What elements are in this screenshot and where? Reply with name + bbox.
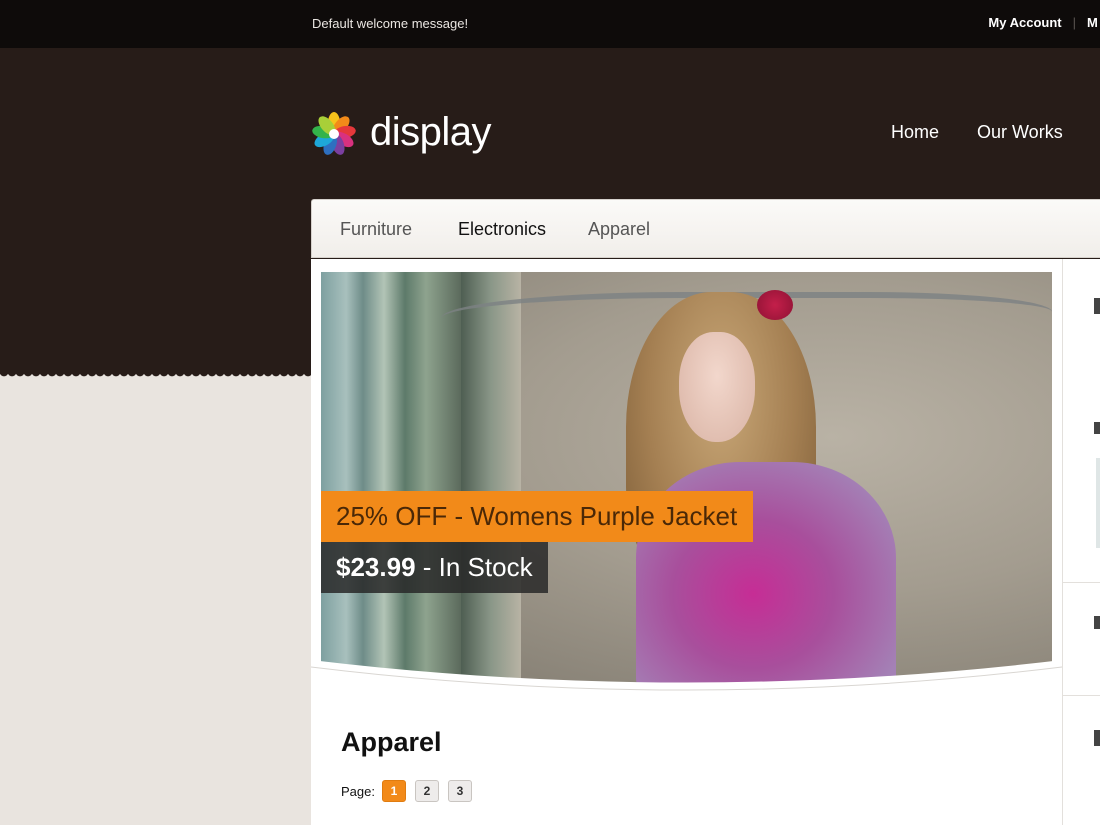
price-label[interactable]: $23.99 - In Stock (321, 542, 548, 593)
hero-banner[interactable] (321, 272, 1052, 684)
category-furniture[interactable]: Furniture (340, 219, 412, 240)
hero-hair-flower-image (757, 290, 793, 320)
sidebar-box-fragment (1096, 458, 1100, 548)
sidebar-divider (1062, 259, 1063, 825)
flower-logo-icon (312, 112, 356, 155)
pagination: Page: 1 2 3 (341, 780, 481, 802)
logo-text: display (370, 109, 492, 154)
category-apparel[interactable]: Apparel (588, 219, 650, 240)
logo[interactable]: display (310, 109, 492, 158)
hero-door-image (321, 272, 461, 684)
top-bar: Default welcome message! My Account | M (0, 0, 1100, 48)
sidebar-text-fragment (1094, 616, 1100, 629)
hero-model-image (679, 332, 755, 442)
account-links: My Account | M (988, 15, 1100, 30)
category-nav: Furniture Electronics Apparel (311, 199, 1100, 258)
link-separator: | (1072, 15, 1076, 30)
page-button-2[interactable]: 2 (414, 780, 439, 802)
header-scallop-edge (0, 372, 312, 380)
stock-status: - In Stock (415, 552, 533, 582)
nav-our-works[interactable]: Our Works (977, 122, 1063, 142)
page-button-1[interactable]: 1 (381, 780, 406, 802)
main-nav: Home Our Works (891, 122, 1100, 143)
nav-home[interactable]: Home (891, 122, 939, 142)
sidebar-text-fragment (1094, 422, 1100, 434)
pagination-label: Page: (341, 783, 375, 799)
my-account-link[interactable]: My Account (988, 15, 1061, 30)
truncated-link[interactable]: M (1087, 15, 1100, 30)
sidebar-text-fragment (1094, 298, 1100, 314)
sidebar-text-fragment (1094, 730, 1100, 746)
hero-curve-edge (311, 660, 1062, 700)
sidebar-divider (1063, 582, 1100, 583)
sidebar-divider (1063, 695, 1100, 696)
promo-label[interactable]: 25% OFF - Womens Purple Jacket (321, 491, 754, 542)
section-title: Apparel (341, 727, 442, 757)
page-button-3[interactable]: 3 (447, 780, 472, 802)
welcome-message: Default welcome message! (312, 16, 469, 31)
price-value: $23.99 (336, 552, 416, 582)
category-electronics[interactable]: Electronics (458, 219, 546, 240)
